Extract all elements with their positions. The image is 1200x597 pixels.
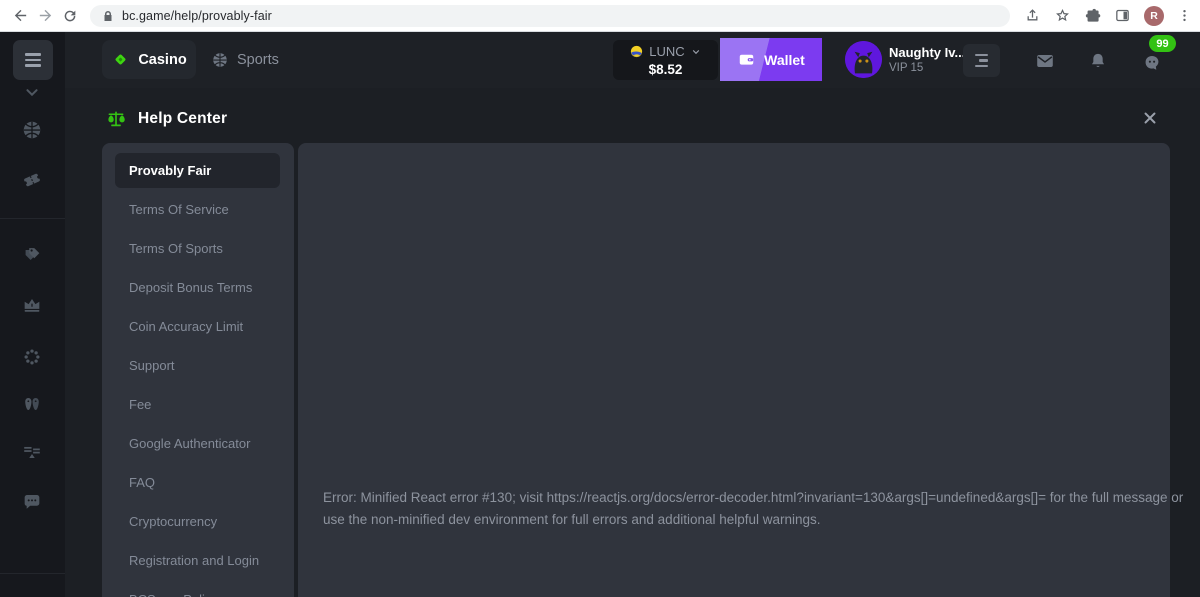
help-menu-item-cryptocurrency[interactable]: Cryptocurrency [102, 502, 294, 541]
avatar-creature-icon [845, 41, 882, 78]
share-icon[interactable] [1024, 7, 1041, 24]
help-menu-item-support[interactable]: Support [102, 346, 294, 385]
help-menu-item-provably-fair[interactable]: Provably Fair [115, 153, 280, 188]
help-content-panel: Error: Minified React error #130; visit … [298, 143, 1170, 597]
url-bar[interactable]: bc.game/help/provably-fair [90, 5, 1010, 27]
tab-sports-label: Sports [237, 52, 279, 68]
tab-sports[interactable]: Sports [211, 40, 279, 79]
currency-code: LUNC [649, 44, 684, 59]
casino-ticket-icon[interactable] [21, 169, 43, 191]
profile-avatar[interactable]: R [1144, 6, 1164, 26]
help-menu-item-google-authenticator[interactable]: Google Authenticator [102, 424, 294, 463]
help-menu-item-registration-and-login[interactable]: Registration and Login [102, 541, 294, 580]
sports-ball-icon [211, 51, 229, 69]
help-menu-item-coin-accuracy-limit[interactable]: Coin Accuracy Limit [102, 307, 294, 346]
rail-divider [0, 218, 65, 219]
top-navigation: Casino Sports LUNC $8. [65, 32, 1200, 88]
help-center-overlay: Help Center Provably Fair Terms Of Servi… [65, 88, 1200, 597]
mail-icon[interactable] [1034, 50, 1056, 72]
tab-casino-label: Casino [138, 52, 186, 68]
chat-badge: 99 [1149, 35, 1176, 52]
currency-selector[interactable]: LUNC $8.52 [613, 40, 718, 80]
tab-casino[interactable]: Casino [102, 40, 196, 79]
lunc-coin-icon [629, 44, 644, 59]
collapse-chevron-icon[interactable] [21, 81, 43, 103]
help-menu-item-terms-of-service[interactable]: Terms Of Service [102, 190, 294, 229]
back-icon[interactable] [8, 3, 33, 29]
user-avatar[interactable] [845, 41, 882, 78]
error-line-2: use the non-minified dev environment for… [323, 509, 1183, 531]
chevron-down-icon [690, 46, 702, 58]
vip-crown-icon[interactable] [21, 294, 43, 316]
side-panel-icon[interactable] [1114, 7, 1131, 24]
user-menu-icon[interactable] [963, 44, 1000, 77]
rail-divider [0, 573, 65, 574]
forward-icon[interactable] [33, 3, 58, 29]
help-menu-item-faq[interactable]: FAQ [102, 463, 294, 502]
help-menu-item-deposit-bonus-terms[interactable]: Deposit Bonus Terms [102, 268, 294, 307]
affiliate-masks-icon[interactable] [21, 393, 43, 415]
wallet-icon [737, 50, 756, 69]
browser-toolbar: bc.game/help/provably-fair R [0, 0, 1200, 32]
site-body: Casino Sports LUNC $8. [0, 32, 1200, 597]
wallet-label: Wallet [764, 52, 805, 68]
close-icon[interactable] [1141, 109, 1159, 127]
help-menu-panel: Provably Fair Terms Of Service Terms Of … [102, 143, 294, 597]
react-error-message: Error: Minified React error #130; visit … [323, 487, 1183, 530]
kebab-menu-icon[interactable] [1177, 8, 1192, 23]
hamburger-menu-icon[interactable] [13, 40, 53, 80]
bonus-spinner-icon[interactable] [21, 346, 43, 368]
casino-diamond-icon [111, 50, 130, 69]
promotions-tags-icon[interactable] [21, 244, 43, 266]
forum-chat-icon[interactable] [21, 491, 43, 513]
help-menu-item-fee[interactable]: Fee [102, 385, 294, 424]
help-menu-item-terms-of-sports[interactable]: Terms Of Sports [102, 229, 294, 268]
support-chat-icon[interactable] [1141, 52, 1163, 74]
help-center-title: Help Center [138, 110, 227, 128]
leaderboard-podium-icon[interactable] [21, 441, 43, 463]
url-text: bc.game/help/provably-fair [122, 9, 272, 23]
chrome-actions: R [1024, 6, 1192, 26]
extensions-puzzle-icon[interactable] [1084, 7, 1101, 24]
help-menu-item-bcswap-policy[interactable]: BCSwap Policy [102, 580, 294, 597]
sidebar-rail [0, 32, 65, 597]
sports-basketball-icon[interactable] [21, 119, 43, 141]
help-center-header: Help Center [105, 108, 227, 130]
scales-icon [105, 108, 127, 130]
error-line-1: Error: Minified React error #130; visit … [323, 487, 1183, 509]
bookmark-star-icon[interactable] [1054, 7, 1071, 24]
bell-icon[interactable] [1087, 50, 1109, 72]
wallet-button[interactable]: Wallet [720, 38, 822, 81]
balance-amount: $8.52 [649, 62, 683, 77]
lock-icon [102, 10, 114, 22]
refresh-icon[interactable] [57, 3, 82, 29]
browser-window: bc.game/help/provably-fair R [0, 0, 1200, 597]
